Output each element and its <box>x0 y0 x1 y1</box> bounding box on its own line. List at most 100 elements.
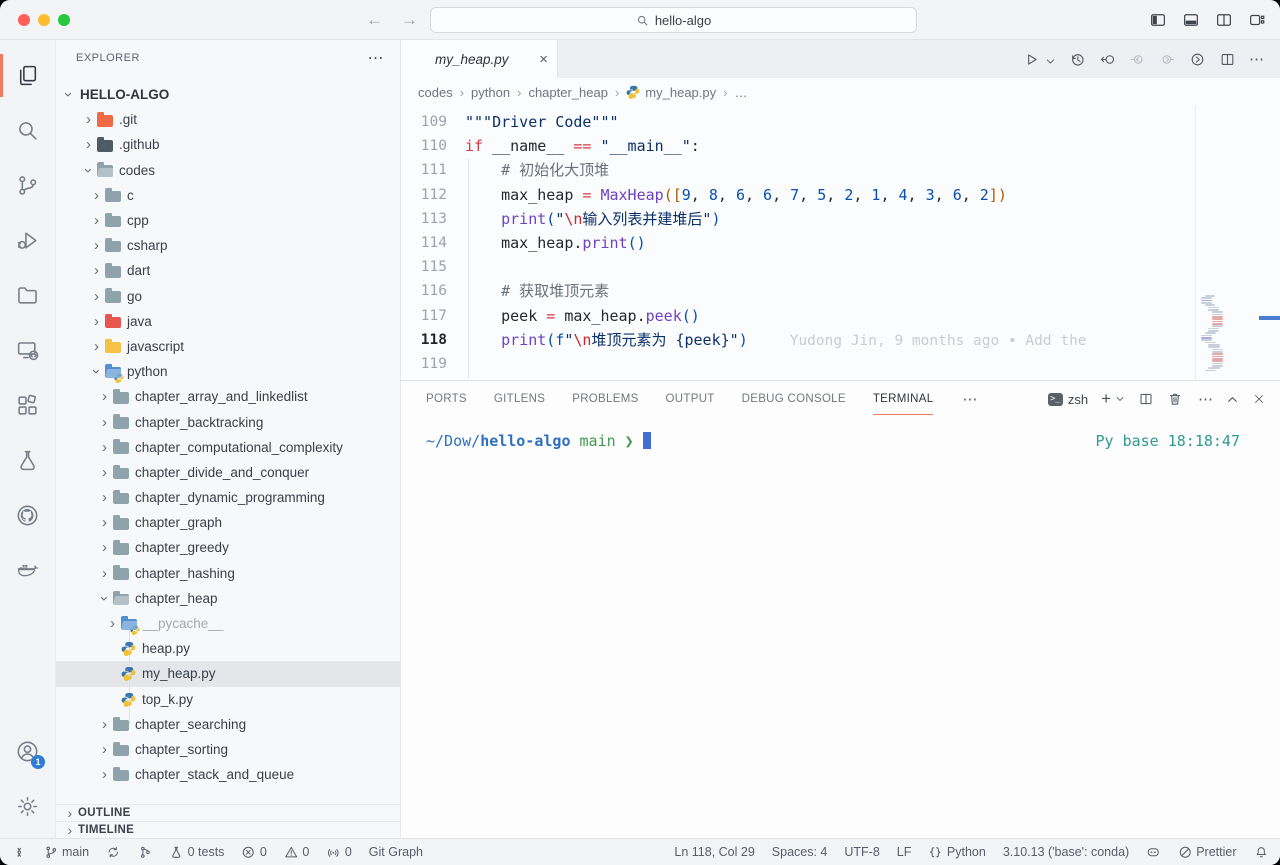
settings-icon[interactable] <box>0 779 55 834</box>
code-line-118[interactable]: 118 print(f"\n堆顶元素为 {peek}")Yudong Jin, … <box>401 328 1280 352</box>
status-prettier[interactable]: Prettier <box>1178 845 1237 860</box>
tab-my-heap[interactable]: my_heap.py × <box>401 40 558 78</box>
status-errors[interactable]: 0 <box>241 845 266 860</box>
chevron-right-icon[interactable]: › <box>88 338 105 355</box>
sidebar-item-java[interactable]: ›java <box>56 309 400 334</box>
sidebar-item-chapter-sorting[interactable]: ›chapter_sorting <box>56 737 400 762</box>
status-sync[interactable] <box>106 845 121 860</box>
run-debug-icon[interactable] <box>0 213 55 268</box>
split-editor-icon[interactable] <box>1219 51 1236 68</box>
more-actions-icon[interactable]: ⋯ <box>1249 50 1265 68</box>
chevron-down-icon[interactable]: › <box>60 86 77 103</box>
open-changes-icon[interactable] <box>1099 51 1116 68</box>
status-tests[interactable]: 0 tests <box>169 845 224 860</box>
chevron-right-icon[interactable]: › <box>96 514 113 531</box>
github-icon[interactable] <box>0 488 55 543</box>
sidebar-item-chapter-computational-complexity[interactable]: ›chapter_computational_complexity <box>56 435 400 460</box>
next-change-icon[interactable] <box>1159 51 1176 68</box>
testing-icon[interactable] <box>0 433 55 488</box>
sidebar-item-cpp[interactable]: ›cpp <box>56 208 400 233</box>
folder-icon[interactable] <box>0 268 55 323</box>
section-timeline[interactable]: ›TIMELINE <box>56 821 400 838</box>
chevron-right-icon[interactable]: › <box>88 212 105 229</box>
sidebar-item-github[interactable]: ›.github <box>56 132 400 157</box>
code-line-112[interactable]: 112 max_heap = MaxHeap([9, 8, 6, 6, 7, 5… <box>401 183 1280 207</box>
status-eol[interactable]: LF <box>897 845 912 859</box>
code-line-110[interactable]: 110if __name__ == "__main__": <box>401 134 1280 158</box>
sidebar-item-hello-algo[interactable]: ›HELLO-ALGO <box>56 82 400 107</box>
sidebar-item-dart[interactable]: ›dart <box>56 258 400 283</box>
chevron-down-icon[interactable]: › <box>96 590 113 607</box>
breadcrumb-item[interactable]: my_heap.py <box>626 85 716 100</box>
sidebar-item-chapter-greedy[interactable]: ›chapter_greedy <box>56 535 400 560</box>
chevron-right-icon[interactable]: › <box>96 741 113 758</box>
chevron-right-icon[interactable]: › <box>96 539 113 556</box>
sidebar-item-javascript[interactable]: ›javascript <box>56 334 400 359</box>
status-remote[interactable] <box>12 845 27 860</box>
sidebar-item-chapter-graph[interactable]: ›chapter_graph <box>56 510 400 535</box>
chevron-right-icon[interactable]: › <box>96 439 113 456</box>
toggle-sidebar-icon[interactable] <box>1149 11 1167 29</box>
sidebar-item-heap-py[interactable]: heap.py <box>56 636 400 661</box>
chevron-right-icon[interactable]: › <box>96 716 113 733</box>
panel-tab-gitlens[interactable]: GITLENS <box>494 393 545 405</box>
status-language-mode[interactable]: Python <box>928 845 985 860</box>
panel-tab-debug-console[interactable]: DEBUG CONSOLE <box>742 393 846 405</box>
toggle-panel-icon[interactable] <box>1182 11 1200 29</box>
sidebar-item-python[interactable]: ›python <box>56 359 400 384</box>
breadcrumb-item[interactable]: chapter_heap <box>528 85 608 100</box>
gitlens-graph-icon[interactable] <box>1189 51 1206 68</box>
code-line-117[interactable]: 117 peek = max_heap.peek() <box>401 304 1280 328</box>
section-outline[interactable]: ›OUTLINE <box>56 804 400 821</box>
command-center-search[interactable]: hello-algo <box>430 7 917 33</box>
status-notifications[interactable] <box>1254 845 1269 860</box>
status-python-interpreter[interactable]: 3.10.13 ('base': conda) <box>1003 845 1129 859</box>
minimap[interactable] <box>1195 106 1259 380</box>
panel-tab-output[interactable]: OUTPUT <box>666 393 715 405</box>
customize-layout-icon[interactable] <box>1248 11 1266 29</box>
chevron-right-icon[interactable]: › <box>96 464 113 481</box>
code-line-116[interactable]: 116 # 获取堆顶元素 <box>401 279 1280 303</box>
chevron-right-icon[interactable]: › <box>88 187 105 204</box>
chevron-right-icon[interactable]: › <box>96 565 113 582</box>
terminal[interactable]: ~/Dow/hello-algo main ❯ Py base 18:18:47 <box>401 417 1280 838</box>
navigate-forward-icon[interactable]: → <box>401 10 418 30</box>
navigate-back-icon[interactable]: ← <box>366 10 383 30</box>
sidebar-item-git[interactable]: ›.git <box>56 107 400 132</box>
code-line-115[interactable]: 115 <box>401 255 1280 279</box>
minimize-window-button[interactable] <box>38 14 50 26</box>
chevron-right-icon[interactable]: › <box>96 489 113 506</box>
sidebar-item-chapter-stack-and-queue[interactable]: ›chapter_stack_and_queue <box>56 762 400 787</box>
sidebar-item-my-heap-py[interactable]: my_heap.py <box>56 661 400 686</box>
sidebar-item-chapter-heap[interactable]: ›chapter_heap <box>56 586 400 611</box>
code-line-114[interactable]: 114 max_heap.print() <box>401 231 1280 255</box>
sidebar-item-chapter-dynamic-programming[interactable]: ›chapter_dynamic_programming <box>56 485 400 510</box>
panel-tab-terminal[interactable]: TERMINAL <box>873 393 934 405</box>
run-dropdown-icon[interactable] <box>1045 54 1056 65</box>
sidebar-item-csharp[interactable]: ›csharp <box>56 233 400 258</box>
chevron-right-icon[interactable]: › <box>88 288 105 305</box>
close-tab-icon[interactable]: × <box>539 51 548 68</box>
chevron-right-icon[interactable]: › <box>80 136 97 153</box>
chevron-right-icon[interactable]: › <box>88 237 105 254</box>
status-copilot[interactable] <box>1146 845 1161 860</box>
source-control-icon[interactable] <box>0 158 55 213</box>
code-editor[interactable]: 109"""Driver Code"""110if __name__ == "_… <box>401 106 1280 380</box>
search-icon[interactable] <box>0 103 55 158</box>
sidebar-item-pycache[interactable]: ›__pycache__ <box>56 611 400 636</box>
breadcrumb-item[interactable]: python <box>471 85 510 100</box>
status-branch[interactable]: main <box>44 845 90 860</box>
panel-more-tabs-icon[interactable]: ⋯ <box>962 390 977 408</box>
code-line-113[interactable]: 113 print("\n输入列表并建堆后") <box>401 207 1280 231</box>
sidebar-item-chapter-backtracking[interactable]: ›chapter_backtracking <box>56 409 400 434</box>
docker-icon[interactable] <box>0 543 55 598</box>
status-encoding[interactable]: UTF-8 <box>844 845 879 859</box>
sidebar-item-chapter-array-and-linkedlist[interactable]: ›chapter_array_and_linkedlist <box>56 384 400 409</box>
run-button[interactable] <box>1023 51 1040 68</box>
sidebar-item-go[interactable]: ›go <box>56 284 400 309</box>
chevron-down-icon[interactable]: › <box>88 363 105 380</box>
chevron-right-icon[interactable]: › <box>88 313 105 330</box>
extensions-icon[interactable] <box>0 378 55 433</box>
sidebar-item-codes[interactable]: ›codes <box>56 158 400 183</box>
chevron-right-icon[interactable]: › <box>96 388 113 405</box>
